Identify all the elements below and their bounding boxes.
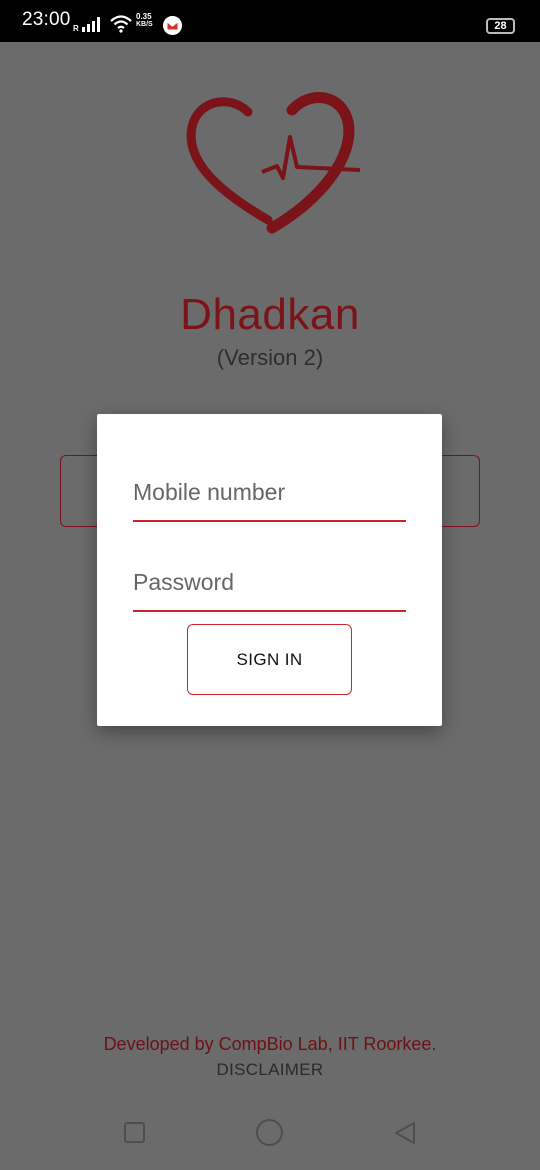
navigation-bar (0, 1098, 540, 1170)
network-speed: 0.35 KB/S (136, 13, 153, 29)
speed-value: 0.35 (136, 12, 152, 21)
disclaimer-link[interactable]: DISCLAIMER (0, 1060, 540, 1080)
back-icon[interactable] (392, 1120, 418, 1146)
home-icon[interactable] (256, 1119, 283, 1146)
app-title: Dhadkan (180, 290, 360, 339)
app-version: (Version 2) (216, 345, 324, 370)
signal-icon: R (73, 17, 100, 33)
password-input[interactable] (133, 569, 406, 596)
password-field (133, 552, 406, 612)
login-dialog: SIGN IN (97, 414, 442, 726)
recent-apps-icon[interactable] (124, 1122, 145, 1143)
mobile-number-input[interactable] (133, 479, 406, 506)
heart-logo-icon (186, 92, 361, 234)
network-label: R (73, 24, 79, 33)
status-bar: 23:00 R 0.35 KB/S 28 (0, 0, 540, 42)
wifi-icon (110, 15, 132, 33)
speed-unit: KB/S (136, 21, 153, 28)
status-time: 23:00 (22, 9, 71, 30)
gmail-icon (163, 16, 182, 35)
battery-icon: 28 (486, 18, 515, 34)
mobile-number-field (133, 462, 406, 522)
sign-in-button[interactable]: SIGN IN (187, 624, 352, 695)
developer-credit: Developed by CompBio Lab, IIT Roorkee. (103, 1034, 437, 1054)
